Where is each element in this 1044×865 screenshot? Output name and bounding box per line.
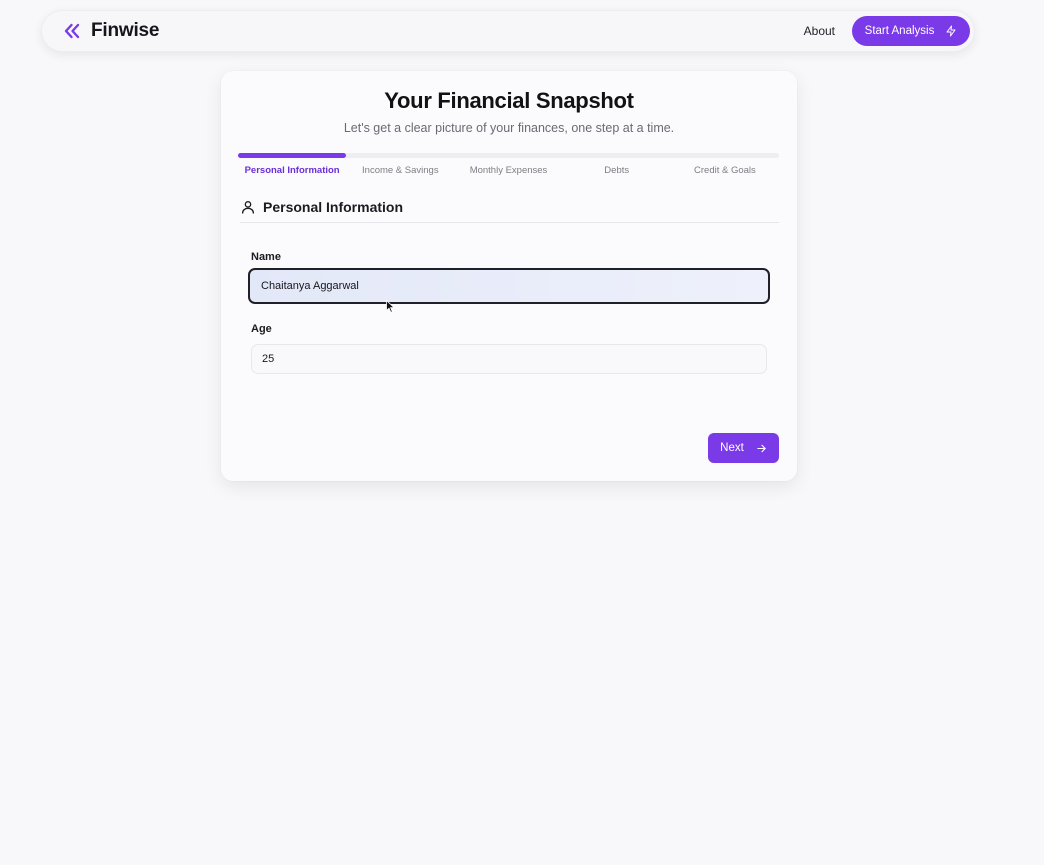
step-personal-information[interactable]: Personal Information <box>238 165 346 176</box>
page-title: Your Financial Snapshot <box>384 88 634 113</box>
arrow-right-icon <box>756 443 767 454</box>
start-analysis-label: Start Analysis <box>864 25 935 37</box>
step-debts[interactable]: Debts <box>563 165 671 176</box>
brand-logo[interactable]: Finwise <box>62 20 159 42</box>
page-subtitle: Let's get a clear picture of your financ… <box>343 121 675 135</box>
step-monthly-expenses[interactable]: Monthly Expenses <box>454 165 562 176</box>
section-title: Personal Information <box>263 198 404 215</box>
age-label: Age <box>251 323 272 335</box>
section-header: Personal Information <box>240 197 779 223</box>
progress-bar-fill <box>238 153 347 158</box>
age-input[interactable] <box>251 344 767 374</box>
progress-bar <box>238 153 779 158</box>
step-credit-goals[interactable]: Credit & Goals <box>671 165 779 176</box>
step-income-savings[interactable]: Income & Savings <box>346 165 454 176</box>
top-navbar: Finwise About Start Analysis <box>41 10 975 52</box>
lightning-icon <box>945 25 957 37</box>
name-input[interactable] <box>248 268 770 304</box>
brand-name: Finwise <box>91 20 160 41</box>
mouse-cursor-icon <box>386 300 395 313</box>
next-button[interactable]: Next <box>708 433 779 463</box>
financial-snapshot-card: Your Financial Snapshot Let's get a clea… <box>221 71 797 481</box>
user-icon <box>240 199 256 215</box>
name-label: Name <box>251 251 281 263</box>
about-link[interactable]: About <box>804 24 835 38</box>
next-label: Next <box>720 442 744 454</box>
start-analysis-button[interactable]: Start Analysis <box>852 16 970 46</box>
step-tabs: Personal Information Income & Savings Mo… <box>238 165 779 176</box>
double-chevron-left-icon <box>62 20 84 42</box>
